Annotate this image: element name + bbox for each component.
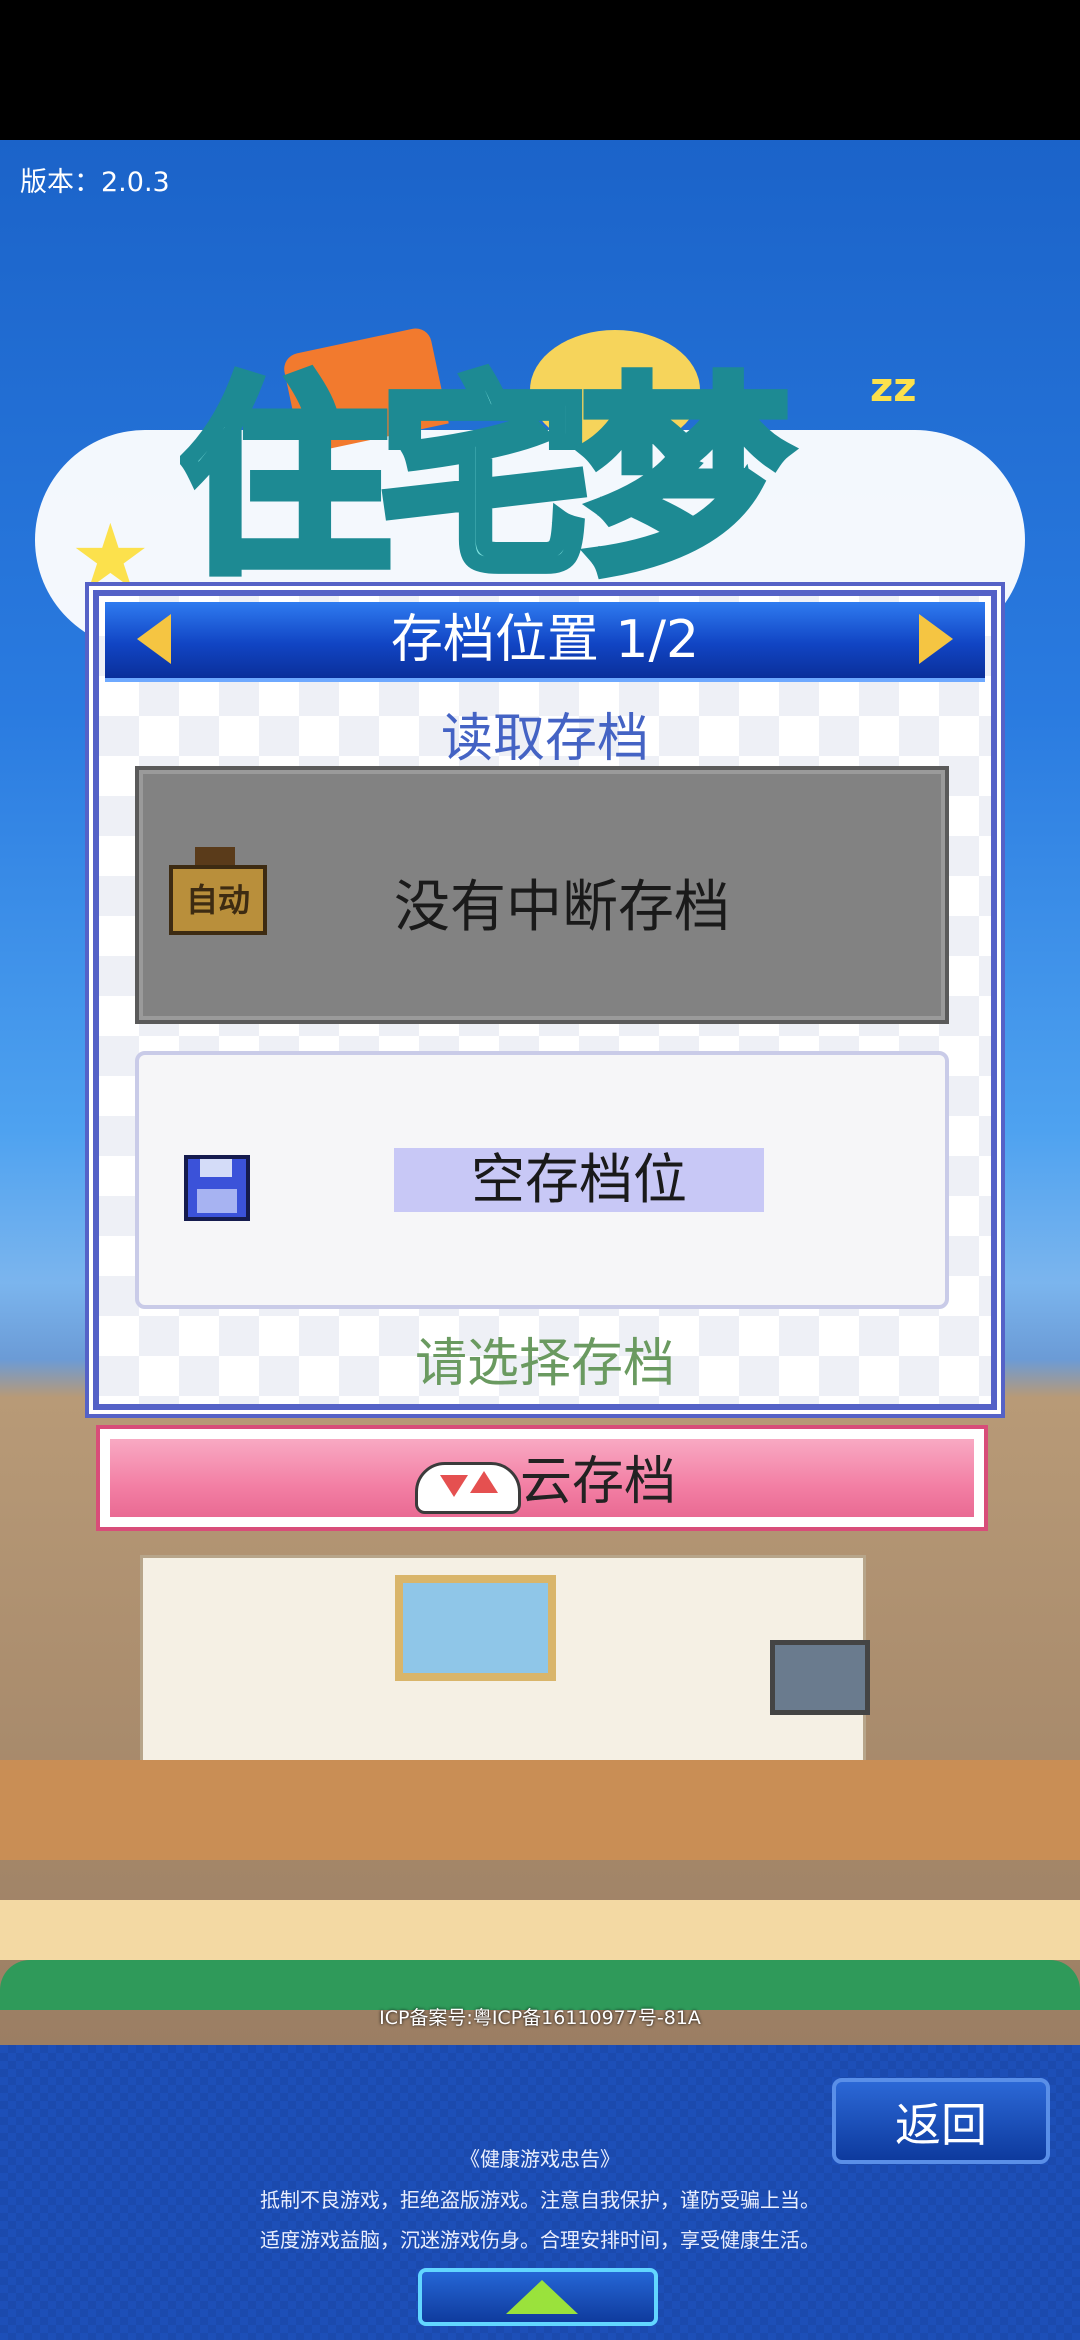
- auto-save-slot[interactable]: 自动 没有中断存档: [135, 766, 949, 1024]
- load-save-heading: 读取存档: [440, 709, 649, 769]
- empty-save-slot[interactable]: 空存档位: [135, 1051, 949, 1309]
- empty-slot-label: 空存档位: [394, 1148, 764, 1212]
- dialog-title: 存档位置 1/2: [390, 610, 700, 670]
- collapse-up-button[interactable]: [418, 2268, 658, 2326]
- sleep-icon: zz: [870, 365, 917, 411]
- floppy-disk-icon: [184, 1155, 250, 1221]
- cloud-save-button-face: 云存档: [110, 1439, 974, 1517]
- cloud-save-label: 云存档: [520, 1452, 677, 1512]
- street-path: [0, 1900, 1080, 1960]
- next-page-arrow-icon[interactable]: [919, 614, 953, 664]
- health-notice-line-1: 抵制不良游戏，拒绝盗版游戏。注意自我保护，谨防受骗上当。: [260, 2188, 820, 2212]
- cloud-save-button[interactable]: 云存档: [96, 1425, 988, 1531]
- status-bar: [0, 0, 1080, 140]
- health-notice-title: 《健康游戏忠告》: [460, 2147, 620, 2171]
- up-arrow-icon: [506, 2280, 578, 2314]
- floor: [0, 1760, 1080, 1860]
- window: [395, 1575, 556, 1681]
- game-logo: 住宅梦: [180, 360, 795, 600]
- previous-page-arrow-icon[interactable]: [137, 614, 171, 664]
- health-notice-line-2: 适度游戏益脑，沉迷游戏伤身。合理安排时间，享受健康生活。: [260, 2228, 820, 2252]
- icp-notice: ICP备案号:粤ICP备16110977号-81A: [379, 2007, 701, 2029]
- save-slot-dialog: 存档位置 1/2 读取存档 自动 没有中断存档 空存档位 请选择存档: [93, 590, 997, 1410]
- cloud-sync-icon: [415, 1462, 521, 1514]
- tv-icon: [770, 1640, 870, 1715]
- auto-slot-label: 没有中断存档: [394, 875, 730, 940]
- dialog-header: 存档位置 1/2: [105, 602, 985, 682]
- version-label: 版本：2.0.3: [20, 167, 170, 198]
- select-save-prompt: 请选择存档: [414, 1334, 675, 1394]
